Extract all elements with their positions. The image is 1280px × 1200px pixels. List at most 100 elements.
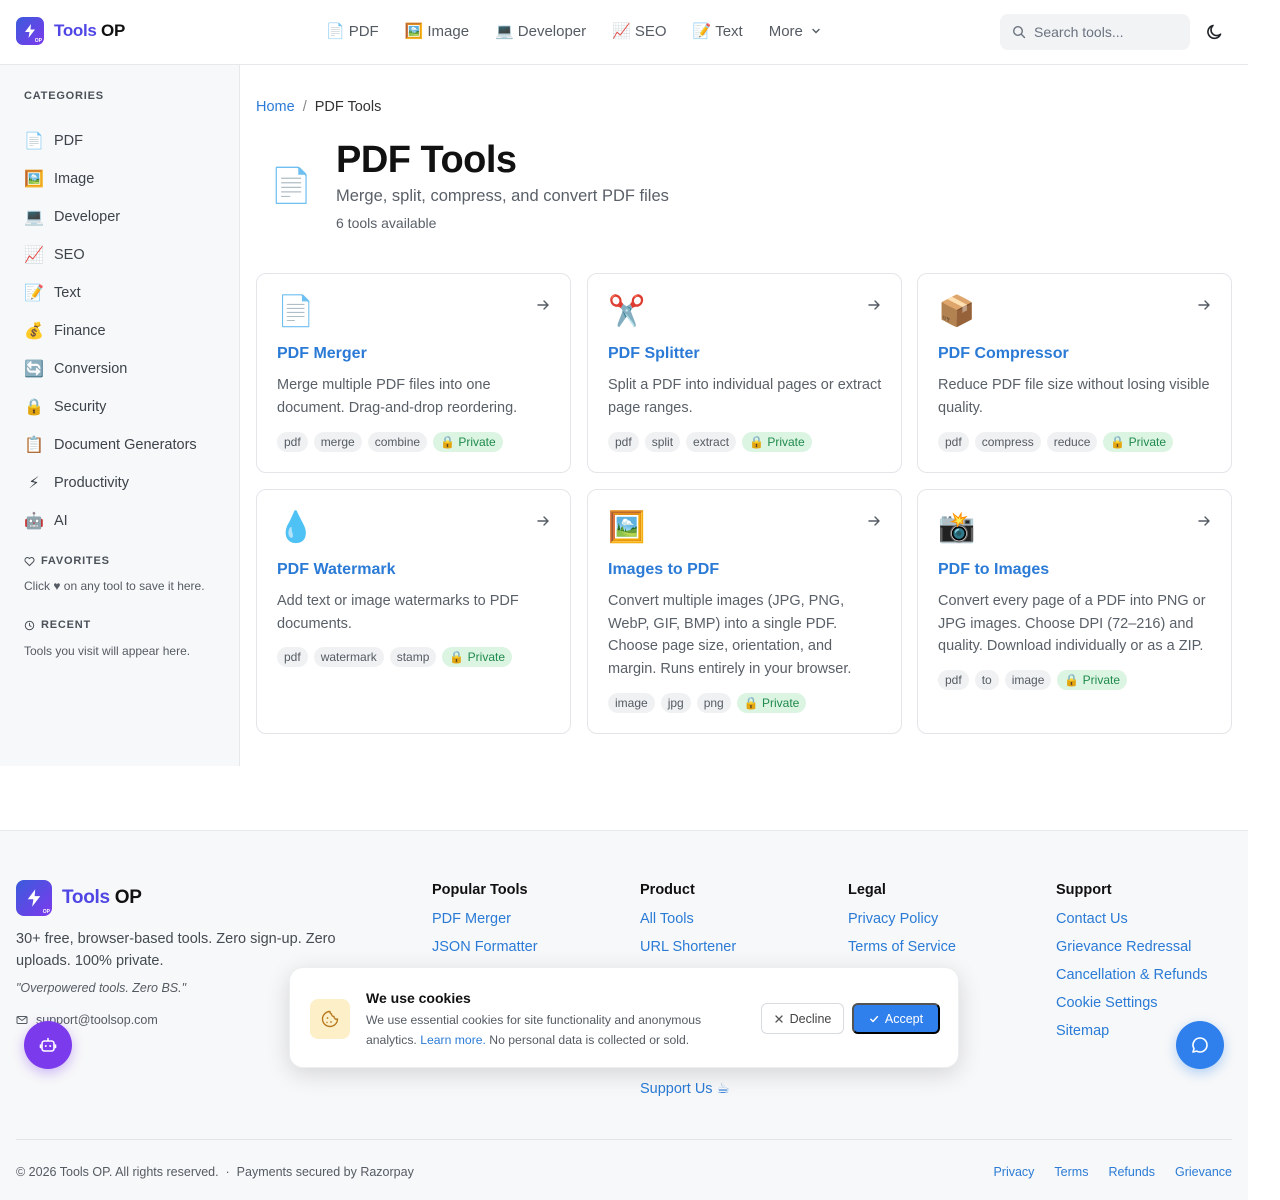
footer-link[interactable]: All Tools (640, 911, 736, 939)
cookie-text-part: No personal data is collected or sold. (485, 1033, 690, 1047)
close-icon (775, 1014, 783, 1023)
footer-col-heading: Legal (848, 882, 886, 898)
arrow-right-icon (868, 300, 880, 310)
ai-assistant-button[interactable] (24, 1021, 72, 1069)
image-icon: 🖼️ (24, 171, 44, 188)
image-icon: 🖼️ (404, 23, 424, 40)
search-input[interactable] (1034, 24, 1174, 40)
tool-card-pdf-merger[interactable]: 📄 PDF Merger Merge multiple PDF files in… (256, 273, 571, 473)
footer-col-heading: Popular Tools (432, 882, 528, 898)
moon-icon[interactable] (1205, 22, 1225, 42)
sidebar-item-security[interactable]: 🔒 Security (24, 388, 197, 426)
sidebar-item-finance[interactable]: 💰 Finance (24, 312, 197, 350)
footer-col-heading: Product (640, 882, 695, 898)
private-badge: 🔒 Private (433, 432, 503, 452)
nav-text[interactable]: 📝 Text (693, 22, 743, 41)
nav-pdf[interactable]: 📄 PDF (326, 22, 379, 41)
tool-count: 6 tools available (336, 215, 437, 231)
tag: split (644, 432, 681, 452)
search-box[interactable] (1000, 14, 1190, 50)
sidebar-item-text[interactable]: 📝 Text (24, 274, 197, 312)
chevron-down-icon (812, 28, 820, 34)
footer-bottom-link[interactable]: Refunds (1108, 1165, 1155, 1179)
recent-note: Tools you visit will appear here. (24, 644, 191, 658)
cookie-decline-button[interactable]: Decline (761, 1003, 844, 1034)
sidebar-item-conversion[interactable]: 🔄 Conversion (24, 350, 197, 388)
footer-tagline: "Overpowered tools. Zero BS." (16, 981, 187, 995)
nav-developer[interactable]: 💻 Developer (495, 22, 586, 41)
tool-card-pdf-compressor[interactable]: 📦 PDF Compressor Reduce PDF file size wi… (917, 273, 1232, 473)
search-icon (1012, 25, 1026, 39)
check-icon (869, 1015, 878, 1022)
footer-link[interactable]: JSON Formatter (432, 939, 538, 967)
sidebar-item-label: PDF (54, 133, 83, 149)
logo-text-part1: Tools (62, 887, 110, 908)
logo-badge: OP (42, 909, 50, 915)
logo-text: Tools OP (62, 887, 142, 909)
footer-bottom-link[interactable]: Grievance (1175, 1165, 1232, 1179)
sidebar-item-seo[interactable]: 📈 SEO (24, 236, 197, 274)
tool-card-tags: pdf to image 🔒 Private (938, 670, 1128, 690)
logo-text-part1: Tools (54, 21, 97, 40)
pdf-icon: 📄 (24, 133, 44, 150)
tag: pdf (938, 432, 969, 452)
pdf-icon: 📄 (326, 23, 345, 40)
arrow-right-icon (1198, 300, 1210, 310)
sidebar-item-document-generators[interactable]: 📋 Document Generators (24, 426, 197, 464)
tool-card-pdf-splitter[interactable]: ✂️ PDF Splitter Split a PDF into individ… (587, 273, 902, 473)
footer-bottom-link[interactable]: Terms (1054, 1165, 1088, 1179)
support-us-link[interactable]: Support Us ☕ (640, 1081, 730, 1097)
heart-icon (24, 556, 35, 566)
chat-button[interactable] (1176, 1021, 1224, 1069)
tool-card-pdf-watermark[interactable]: 💧 PDF Watermark Add text or image waterm… (256, 489, 571, 734)
robot-icon (39, 1037, 57, 1052)
sidebar-item-developer[interactable]: 💻 Developer (24, 198, 197, 236)
nav-seo[interactable]: 📈 SEO (612, 22, 666, 41)
copyright: © 2026 Tools OP. All rights reserved. · … (16, 1165, 414, 1179)
site-logo[interactable]: OP Tools OP (16, 17, 125, 45)
cookie-icon (310, 999, 350, 1039)
footer-link[interactable]: Cancellation & Refunds (1056, 967, 1208, 995)
footer-link[interactable]: Contact Us (1056, 911, 1208, 939)
chat-bubble-icon (1192, 1037, 1208, 1053)
sidebar-item-productivity[interactable]: ⚡ Productivity (24, 464, 197, 502)
tool-card-pdf-to-images[interactable]: 📸 PDF to Images Convert every page of a … (917, 489, 1232, 734)
nav-more-dropdown[interactable]: More (769, 22, 821, 40)
memo-icon: 📝 (24, 285, 44, 302)
scissors-icon: ✂️ (608, 295, 646, 328)
tool-card-title: PDF Merger (277, 345, 367, 362)
camera-flash-icon: 📸 (938, 511, 976, 544)
breadcrumb-home[interactable]: Home (256, 99, 295, 115)
tool-card-description: Merge multiple PDF files into one docume… (277, 377, 518, 416)
sidebar-item-image[interactable]: 🖼️ Image (24, 160, 197, 198)
sidebar-item-label: Image (54, 171, 95, 187)
sidebar-item-ai[interactable]: 🤖 AI (24, 502, 197, 540)
footer-link[interactable]: URL Shortener (640, 939, 736, 967)
logo-badge: OP (34, 38, 42, 44)
nav-image[interactable]: 🖼️ Image (404, 22, 469, 41)
footer-link[interactable]: Cookie Settings (1056, 995, 1208, 1023)
tag: pdf (277, 432, 308, 452)
tool-card-description: Reduce PDF file size without losing visi… (938, 377, 1210, 416)
sidebar-item-label: SEO (54, 247, 85, 263)
tag: stamp (389, 647, 437, 667)
private-badge: 🔒 Private (736, 693, 807, 713)
footer-link[interactable]: Terms of Service (848, 939, 956, 967)
cookie-title: We use cookies (366, 990, 471, 1006)
footer-link[interactable]: Privacy Policy (848, 911, 956, 939)
cookie-accept-button[interactable]: Accept (852, 1003, 940, 1034)
button-label: Decline (789, 1011, 832, 1026)
footer-col-legal: Legal Privacy Policy Terms of Service (848, 882, 956, 967)
sidebar-item-pdf[interactable]: 📄 PDF (24, 122, 197, 160)
cookie-learn-more-link[interactable]: Learn more. (420, 1033, 486, 1047)
arrow-right-icon (1198, 516, 1210, 526)
sidebar-item-label: Conversion (54, 361, 128, 377)
footer-bottom-link[interactable]: Privacy (993, 1165, 1034, 1179)
footer-link[interactable]: Grievance Redressal (1056, 939, 1208, 967)
cookie-banner: We use cookies We use essential cookies … (289, 967, 959, 1068)
footer-link[interactable]: PDF Merger (432, 911, 538, 939)
tool-card-images-to-pdf[interactable]: 🖼️ Images to PDF Convert multiple images… (587, 489, 902, 734)
footer-logo[interactable]: OP Tools OP (16, 880, 142, 916)
tool-card-title: PDF Splitter (608, 345, 700, 362)
tool-card-tags: pdf watermark stamp 🔒 Private (277, 647, 513, 667)
